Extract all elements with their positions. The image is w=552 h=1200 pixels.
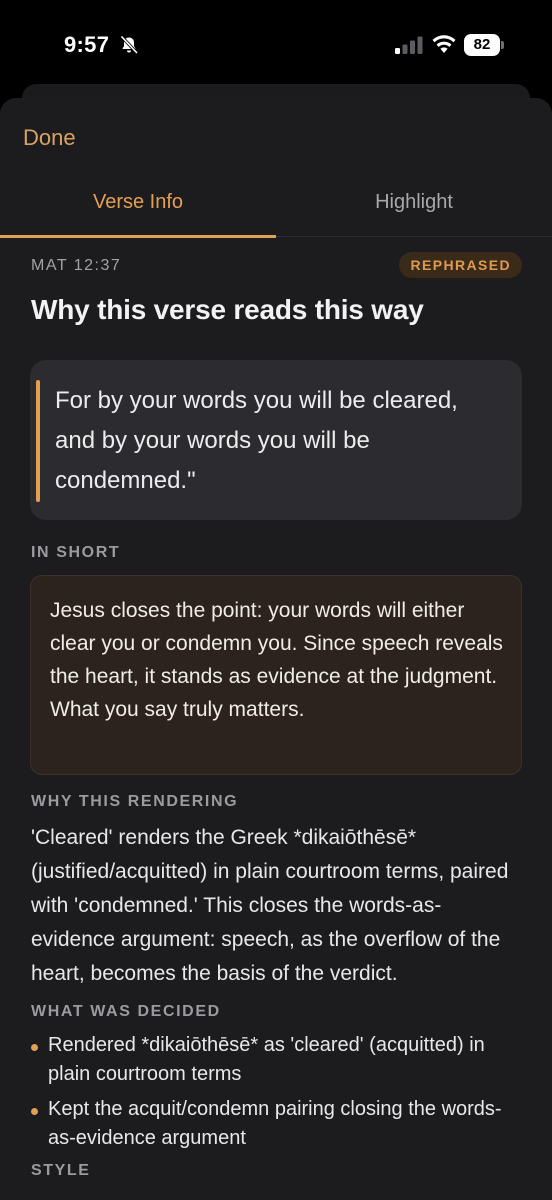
wifi-icon	[432, 35, 456, 53]
bullet-dot-icon	[31, 1044, 38, 1051]
tab-bar: Verse Info Highlight	[0, 170, 552, 238]
summary-card: Jesus closes the point: your words will …	[30, 575, 522, 775]
tab-highlight[interactable]: Highlight	[276, 170, 552, 234]
battery-level: 82	[464, 34, 500, 56]
verse-info-sheet: Done Verse Info Highlight MAT 12:37 REPH…	[0, 98, 552, 1200]
active-tab-indicator	[0, 235, 276, 238]
list-item: Kept the acquit/condemn pairing closing …	[30, 1095, 522, 1153]
screen: 9:57 82 Done Verse Info Highlight MAT 12…	[0, 0, 552, 1200]
decisions-list: Rendered *dikaiōthēsē* as 'cleared' (acq…	[30, 1031, 522, 1153]
style-label: STYLE	[31, 1162, 91, 1179]
what-was-decided-label: WHAT WAS DECIDED	[31, 1003, 221, 1020]
status-time: 9:57	[64, 32, 110, 57]
reference-row: MAT 12:37 REPHRASED	[30, 244, 522, 284]
cellular-signal-icon	[395, 36, 423, 54]
tab-verse-info[interactable]: Verse Info	[0, 170, 276, 234]
verse-info-content: MAT 12:37 REPHRASED Why this verse reads…	[30, 244, 522, 1180]
verse-accent-bar	[36, 380, 40, 502]
verse-card: For by your words you will be cleared, a…	[30, 360, 522, 520]
summary-text: Jesus closes the point: your words will …	[50, 599, 503, 721]
decision-text: Kept the acquit/condemn pairing closing …	[48, 1098, 502, 1149]
status-bar: 9:57 82	[0, 0, 552, 92]
verse-reference: MAT 12:37	[31, 257, 122, 274]
battery-cap	[501, 41, 504, 49]
in-short-label: IN SHORT	[31, 544, 121, 561]
bell-slash-icon	[120, 35, 139, 55]
decision-text: Rendered *dikaiōthēsē* as 'cleared' (acq…	[48, 1034, 485, 1085]
battery-indicator: 82	[464, 34, 504, 56]
verse-text: For by your words you will be cleared, a…	[55, 387, 458, 494]
status-badge: REPHRASED	[399, 252, 522, 278]
why-rendering-text: 'Cleared' renders the Greek *dikaiōthēsē…	[31, 826, 509, 985]
page-title: Why this verse reads this way	[31, 294, 424, 325]
done-button[interactable]: Done	[23, 125, 76, 151]
bullet-dot-icon	[31, 1108, 38, 1115]
list-item: Rendered *dikaiōthēsē* as 'cleared' (acq…	[30, 1031, 522, 1089]
why-rendering-label: WHY THIS RENDERING	[31, 793, 239, 810]
